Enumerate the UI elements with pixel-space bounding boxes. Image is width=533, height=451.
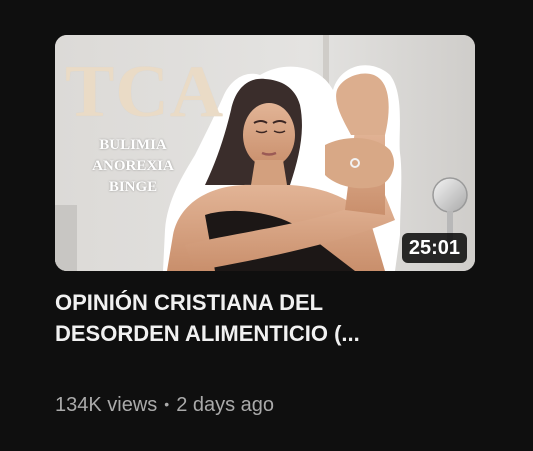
video-title-line: DESORDEN ALIMENTICIO (... xyxy=(55,321,360,346)
duration-badge: 25:01 xyxy=(401,233,467,263)
meta-separator: • xyxy=(164,396,170,412)
thumbnail-headline: TCA xyxy=(65,51,225,133)
upload-age: 2 days ago xyxy=(176,394,275,416)
thumbnail-caption: BULIMIA ANOREXIA BINGE xyxy=(73,135,193,198)
video-card[interactable]: TCA BULIMIA ANOREXIA BINGE 25:01 OPINIÓN… xyxy=(55,35,475,435)
thumbnail-word: BULIMIA xyxy=(99,137,167,153)
thumbnail-word: BINGE xyxy=(108,179,158,195)
video-thumbnail[interactable]: TCA BULIMIA ANOREXIA BINGE 25:01 xyxy=(55,35,475,271)
video-title-line: OPINIÓN CRISTIANA DEL xyxy=(55,290,324,315)
thumbnail-word: ANOREXIA xyxy=(92,158,174,174)
video-title[interactable]: OPINIÓN CRISTIANA DEL DESORDEN ALIMENTIC… xyxy=(55,287,455,349)
video-metadata: 134K views • 2 days ago xyxy=(55,391,274,418)
view-count: 134K views xyxy=(55,394,158,416)
